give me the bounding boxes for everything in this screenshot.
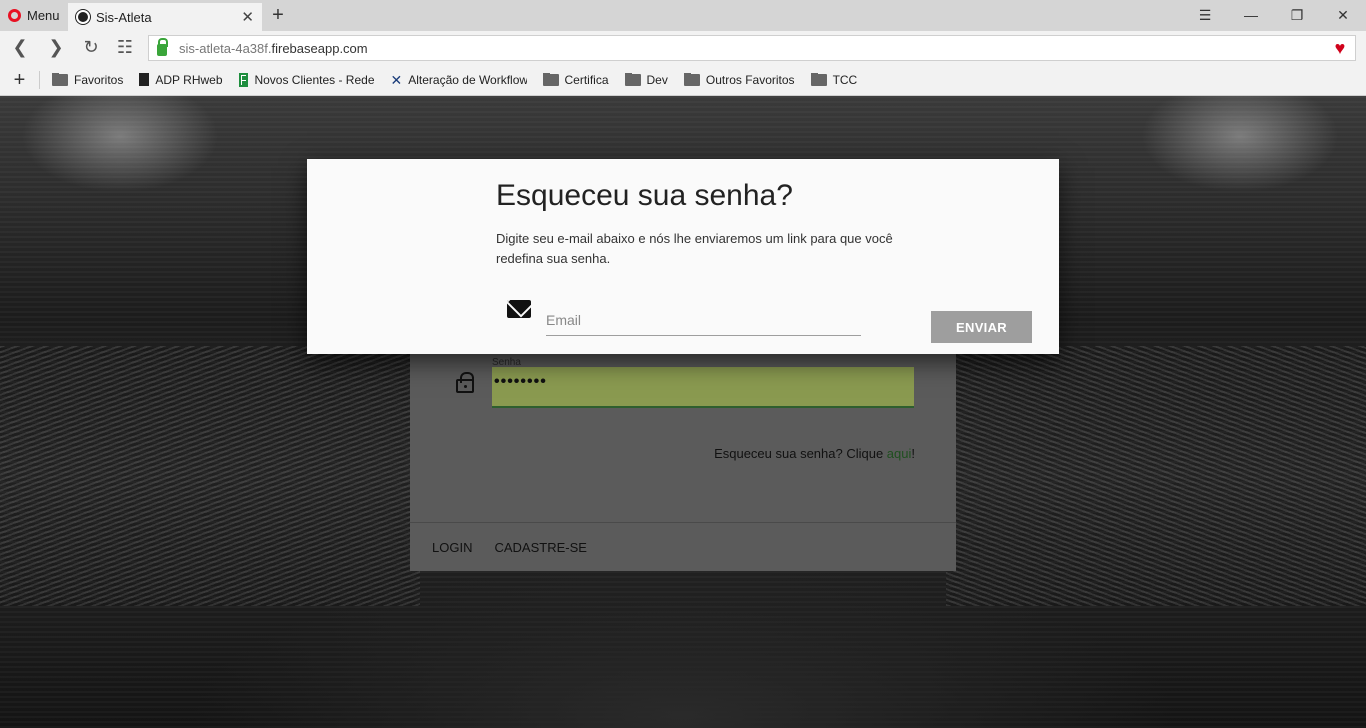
spreadsheet-icon bbox=[238, 72, 249, 87]
bookmarks-bar: + Favoritos ADP RHweb Novos Clientes - R… bbox=[0, 64, 1366, 96]
minimize-window-button[interactable]: — bbox=[1228, 0, 1274, 31]
forgot-password-link[interactable]: aqui bbox=[887, 446, 912, 461]
close-window-button[interactable]: ✕ bbox=[1320, 0, 1366, 31]
bookmark-label: Certifica bbox=[564, 72, 609, 87]
forward-button[interactable]: ❯ bbox=[44, 35, 68, 59]
soccer-ball-icon bbox=[76, 10, 90, 24]
url-domain: firebaseapp.com bbox=[271, 40, 368, 56]
login-button[interactable]: LOGIN bbox=[432, 540, 472, 555]
new-tab-button[interactable]: + bbox=[268, 3, 288, 27]
document-icon bbox=[139, 73, 150, 86]
stadium-stands-left bbox=[0, 346, 420, 606]
back-button[interactable]: ❮ bbox=[8, 35, 32, 59]
tab-title: Sis-Atleta bbox=[96, 9, 152, 25]
forgot-password-dialog: Esqueceu sua senha? Digite seu e-mail ab… bbox=[307, 159, 1059, 354]
forgot-password-prefix: Esqueceu sua senha? Clique bbox=[714, 446, 887, 461]
dialog-title: Esqueceu sua senha? bbox=[496, 179, 793, 212]
browser-tab-bar: Menu Sis-Atleta ✕ + ☰ — ❐ ✕ bbox=[0, 0, 1366, 31]
bookmark-favoritos[interactable]: Favoritos bbox=[52, 72, 124, 87]
restore-window-button[interactable]: ❐ bbox=[1274, 0, 1320, 31]
folder-icon bbox=[52, 72, 68, 86]
bookmark-certifica[interactable]: Certifica bbox=[542, 72, 609, 87]
tab-menu-icon[interactable]: ☰ bbox=[1182, 0, 1228, 31]
dialog-description: Digite seu e-mail abaixo e nós lhe envia… bbox=[496, 231, 893, 266]
bookmark-label: ADP RHweb bbox=[155, 72, 223, 87]
bookmark-alteracao-workflow[interactable]: ✕ Alteração de Workflow bbox=[391, 73, 527, 87]
bookmark-adp-rhweb[interactable]: ADP RHweb bbox=[139, 72, 223, 87]
folder-icon bbox=[624, 72, 641, 86]
bookmark-label: Novos Clientes - Rede bbox=[254, 72, 375, 87]
forgot-password-suffix: ! bbox=[911, 446, 915, 461]
address-bar[interactable]: sis-atleta-4a38f. firebaseapp.com ♥ bbox=[148, 35, 1356, 61]
folder-icon bbox=[542, 72, 559, 86]
secure-lock-icon bbox=[157, 37, 168, 56]
mail-icon bbox=[507, 300, 531, 318]
bookmark-heart-icon[interactable]: ♥ bbox=[1329, 38, 1351, 58]
folder-icon bbox=[810, 72, 827, 86]
folder-icon bbox=[683, 72, 700, 86]
browser-menu-button[interactable]: Menu bbox=[0, 0, 68, 31]
bookmark-label: Dev bbox=[646, 72, 668, 87]
speed-dial-grid-icon[interactable]: ☷ bbox=[113, 35, 137, 59]
bookmark-dev[interactable]: Dev bbox=[624, 72, 668, 87]
bookmark-label: Alteração de Workflow bbox=[408, 72, 527, 87]
bookmark-label: TCC bbox=[832, 72, 858, 87]
lock-icon bbox=[456, 372, 474, 393]
email-input[interactable] bbox=[546, 300, 861, 336]
bookmark-novos-clientes[interactable]: Novos Clientes - Rede bbox=[238, 72, 375, 87]
browser-tab[interactable]: Sis-Atleta ✕ bbox=[68, 3, 262, 31]
forgot-password-text: Esqueceu sua senha? Clique aqui! bbox=[714, 446, 915, 461]
stadium-background: Senha •••••••• Esqueceu sua senha? Cliqu… bbox=[0, 96, 1366, 728]
reload-button[interactable]: ↻ bbox=[79, 35, 103, 59]
login-card: Senha •••••••• Esqueceu sua senha? Cliqu… bbox=[410, 354, 956, 571]
close-tab-icon[interactable]: ✕ bbox=[241, 8, 254, 26]
add-bookmark-button[interactable]: + bbox=[0, 70, 40, 90]
x-app-icon: ✕ bbox=[390, 72, 403, 87]
stadium-stands-right bbox=[946, 346, 1366, 606]
login-actions: LOGIN CADASTRE-SE bbox=[410, 522, 956, 571]
bookmark-label: Outros Favoritos bbox=[705, 72, 795, 87]
send-button[interactable]: ENVIAR bbox=[931, 311, 1032, 343]
bookmark-tcc[interactable]: TCC bbox=[810, 72, 858, 87]
opera-logo-icon bbox=[8, 9, 21, 22]
browser-navigation-bar: ❮ ❯ ↻ ☷ sis-atleta-4a38f. firebaseapp.com… bbox=[0, 31, 1366, 64]
bookmark-label: Favoritos bbox=[74, 72, 124, 87]
password-field[interactable]: •••••••• bbox=[492, 367, 914, 408]
browser-menu-label: Menu bbox=[27, 8, 60, 23]
bookmark-outros-favoritos[interactable]: Outros Favoritos bbox=[683, 72, 795, 87]
register-button[interactable]: CADASTRE-SE bbox=[494, 540, 586, 555]
url-prefix: sis-atleta-4a38f. bbox=[179, 40, 272, 56]
